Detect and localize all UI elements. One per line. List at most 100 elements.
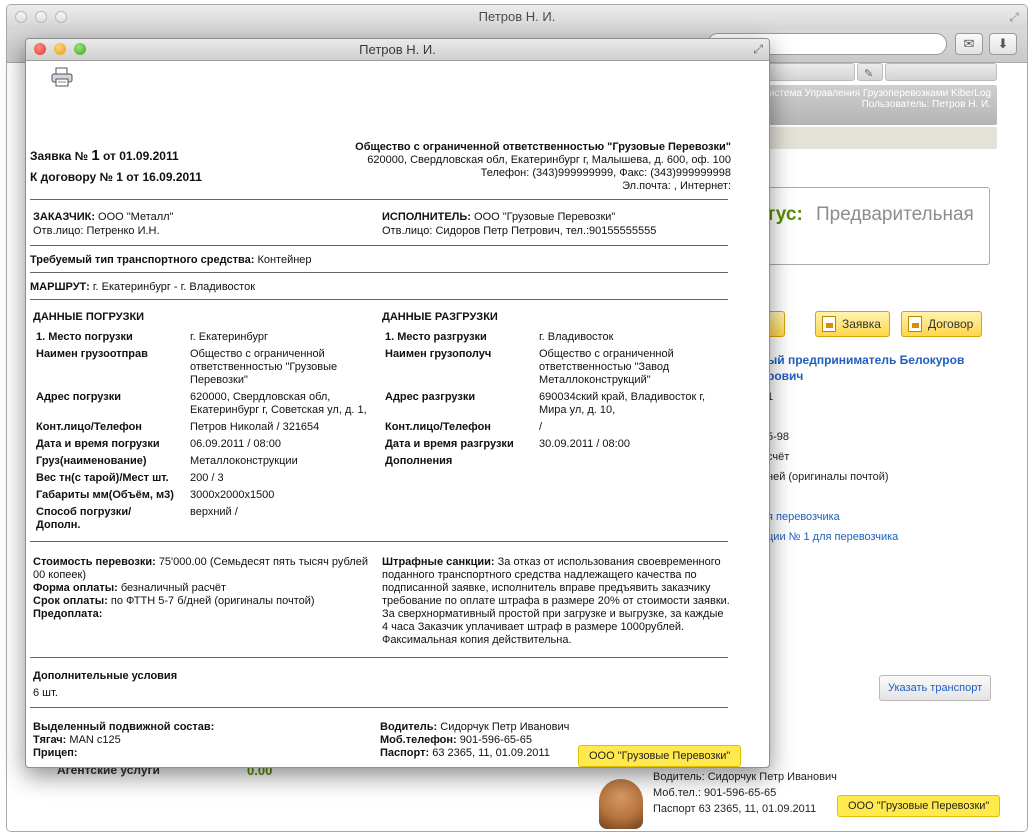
trailer-label: Прицеп: — [33, 747, 78, 759]
unloading-address-label: Адрес разгрузки — [385, 391, 476, 403]
bg-window-title: Петров Н. И. — [478, 9, 556, 24]
org-block: Общество с ограниченной ответственностью… — [355, 141, 731, 193]
popup-close-button[interactable] — [34, 43, 46, 55]
transport-type-row: Требуемый тип транспортного средства: Ко… — [30, 254, 312, 266]
executor-value: ООО "Грузовые Перевозки" — [474, 211, 616, 223]
prepayment-label: Предоплата: — [33, 608, 103, 620]
transport-type-value: Контейнер — [257, 254, 312, 266]
loading-address-value: 620000, Свердловская обл, Екатеринбург г… — [190, 391, 367, 417]
consignee-line-3: Металлоконструкций" — [539, 374, 651, 386]
entrepreneur-link[interactable]: ый предприниматель Белокуров — [767, 353, 964, 367]
bg-fullscreen-icon[interactable]: ⤢ — [1009, 5, 1019, 29]
executor-contact: Отв.лицо: Сидоров Петр Петрович, тел.:90… — [382, 225, 657, 237]
driver-block: Водитель: Сидорчук Петр Иванович Моб.тел… — [380, 721, 569, 760]
customer-row: ЗАКАЗЧИК: ООО "Металл" — [33, 211, 174, 223]
divider — [30, 657, 728, 658]
entrepreneur-link-line2[interactable]: рович — [767, 369, 803, 383]
cost-block: Стоимость перевозки: 75'000.00 (Семьдеся… — [33, 556, 373, 621]
penalty-line-2: поданного транспортного средства надлежа… — [382, 569, 697, 581]
loading-address-label: Адрес погрузки — [36, 391, 122, 403]
bg-tab-1[interactable] — [767, 63, 855, 81]
shipper-line-3: Перевозки" — [190, 374, 248, 386]
bg-close-button[interactable] — [15, 11, 27, 23]
cost-row: Стоимость перевозки: 75'000.00 (Семьдеся… — [33, 556, 373, 569]
unloading-address-line-1: 690034ский край, Владивосток г, — [539, 391, 706, 403]
dimensions-label: Габариты мм(Объём, м3) — [36, 489, 174, 501]
driver-row: Водитель: Сидорчук Петр Иванович — [380, 721, 569, 734]
bg-tabs: ✎ — [767, 63, 997, 81]
org-phone: Телефон: (343)999999999, Факс: (343)9999… — [480, 167, 731, 179]
mail-icon[interactable]: ✉ — [955, 33, 983, 55]
org-email: Эл.почта: , Интернет: — [622, 180, 731, 192]
driver-avatar — [599, 779, 643, 829]
penalty-line-7: Факсимальная копия действительна. — [382, 634, 572, 646]
status-label: тус: — [766, 204, 803, 225]
weight-value: 200 / 3 — [190, 472, 224, 484]
loading-method-value: верхний / — [190, 506, 238, 518]
bg-fragment-schet: счёт — [767, 451, 790, 463]
download-icon[interactable]: ⬇ — [989, 33, 1017, 55]
customer-label: ЗАКАЗЧИК: — [33, 211, 95, 223]
zayavka-button[interactable]: Заявка — [815, 311, 890, 337]
popup-zoom-button[interactable] — [74, 43, 86, 55]
loading-place-value: г. Екатеринбург — [190, 331, 268, 343]
document-icon — [908, 316, 922, 332]
carrier-link[interactable]: я перевозчика — [767, 511, 840, 523]
bg-driver-passport: Паспорт 63 2365, 11, 01.09.2011 — [653, 803, 817, 815]
extra-conditions-title: Дополнительные условия — [33, 670, 178, 682]
penalty-row: Штрафные санкции: За отказ от использова… — [382, 556, 732, 569]
bg-driver-name: Водитель: Сидорчук Петр Иванович — [653, 771, 837, 783]
printer-icon[interactable] — [50, 67, 74, 87]
dogovor-button[interactable]: Договор — [901, 311, 983, 337]
tractor-row: Тягач: MAN c125 — [33, 734, 214, 747]
payment-term-value: по ФТТН 5-7 б/дней (оригиналы почтой) — [110, 595, 315, 607]
set-transport-button[interactable]: Указать транспорт — [879, 675, 992, 701]
mobile-row: Моб.телефон: 901-596-65-65 — [380, 734, 569, 747]
route-value: г. Екатеринбург - г. Владивосток — [92, 281, 256, 293]
company-badge[interactable]: ООО "Грузовые Перевозки" — [578, 745, 742, 767]
executor-label: ИСПОЛНИТЕЛЬ: — [382, 211, 471, 223]
divider — [30, 299, 728, 300]
route-label: МАРШРУТ: — [30, 281, 90, 293]
print-popup-window: Петров Н. И. ⤢ Заявка № 1 от 01.09.2011 … — [25, 38, 770, 768]
penalty-line-4: требование по оплате штрафа в размере 20… — [382, 595, 730, 607]
extra-conditions-value: 6 шт. — [33, 687, 58, 699]
popup-title: Петров Н. И. — [359, 42, 436, 57]
shipper-line-1: Общество с ограниченной — [190, 348, 325, 360]
cargo-value: Металлоконструкции — [190, 455, 298, 467]
tractor-value: MAN c125 — [69, 734, 121, 746]
penalty-line-3: подписанной заявке, исполнитель вправе п… — [382, 582, 711, 594]
bg-tab-3[interactable] — [885, 63, 997, 81]
unloading-section-title: ДАННЫЕ РАЗГРУЗКИ — [382, 311, 498, 323]
cost-value-line-2: 00 копеек) — [33, 569, 87, 581]
bg-company-badge[interactable]: ООО "Грузовые Перевозки" — [837, 795, 1001, 817]
resize-icon[interactable]: ⤢ — [753, 43, 763, 55]
loading-contact-value: Петров Николай / 321654 — [190, 421, 320, 433]
payment-form-row: Форма оплаты: безналичный расчёт — [33, 582, 373, 595]
cargo-label: Груз(наименование) — [36, 455, 147, 467]
carrier-no1-link[interactable]: ции № 1 для перевозчика — [767, 531, 898, 543]
loading-method-label: Способ погрузки/ Дополн. — [36, 506, 131, 532]
penalty-line-6: 4 часа Заказчик уплачивает штраф в разме… — [382, 621, 685, 633]
divider — [30, 272, 728, 273]
status-value: Предварительная — [816, 204, 974, 225]
consignee-value: Общество с ограниченной ответственностью… — [539, 348, 674, 387]
consignee-line-2: ответственностью "Завод — [539, 361, 670, 373]
unloading-place-value: г. Владивосток — [539, 331, 614, 343]
bg-fragment-phone: 5-98 — [767, 431, 790, 443]
bg-zoom-button[interactable] — [55, 11, 67, 23]
rolling-stock-block: Выделенный подвижной состав: Тягач: MAN … — [33, 721, 214, 760]
cost-label: Стоимость перевозки: — [33, 556, 156, 568]
unloading-address-value: 690034ский край, Владивосток г, Мира ул,… — [539, 391, 705, 417]
executor-row: ИСПОЛНИТЕЛЬ: ООО "Грузовые Перевозки" — [382, 211, 615, 223]
request-prefix: Заявка № — [30, 149, 88, 163]
bg-driver-phone: Моб.тел.: 901-596-65-65 — [653, 787, 777, 799]
popup-minimize-button[interactable] — [54, 43, 66, 55]
bg-minimize-button[interactable] — [35, 11, 47, 23]
consignee-label: Наимен грузополуч — [385, 348, 492, 360]
cost-value: 75'000.00 (Семьдесят пять тысяч рублей — [158, 556, 368, 568]
penalty-label: Штрафные санкции: — [382, 556, 495, 568]
bg-driver-info: Водитель: Сидорчук Петр Иванович Моб.тел… — [653, 769, 837, 817]
bg-tab-edit[interactable]: ✎ — [857, 63, 883, 81]
weight-label: Вес тн(с тарой)/Мест шт. — [36, 472, 169, 484]
